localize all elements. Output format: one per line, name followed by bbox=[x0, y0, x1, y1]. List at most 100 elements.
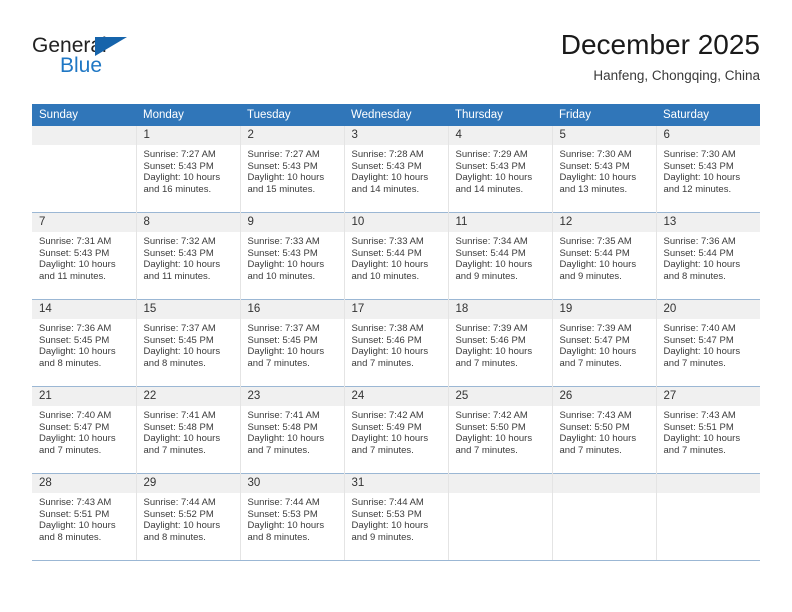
daylight-text: Daylight: 10 hours and 7 minutes. bbox=[247, 433, 325, 456]
calendar-page: General Blue December 2025 Hanfeng, Chon… bbox=[0, 0, 792, 612]
calendar-day-cell[interactable]: 14 Sunrise: 7:36 AM Sunset: 5:45 PM Dayligh… bbox=[32, 299, 137, 387]
daylight-text: Daylight: 10 hours and 12 minutes. bbox=[663, 172, 741, 195]
calendar-day-cell[interactable]: 15 Sunrise: 7:37 AM Sunset: 5:45 PM Dayligh… bbox=[136, 299, 241, 387]
sunset-text: Sunset: 5:47 PM bbox=[559, 334, 630, 346]
daylight-text: Daylight: 10 hours and 8 minutes. bbox=[247, 520, 325, 543]
daylight-text: Daylight: 10 hours and 7 minutes. bbox=[39, 433, 116, 456]
calendar-day-cell[interactable]: 24 Sunrise: 7:42 AM Sunset: 5:49 PM Dayligh… bbox=[344, 386, 449, 474]
day-number: 17 bbox=[344, 300, 448, 319]
calendar-day-cell[interactable]: 25 Sunrise: 7:42 AM Sunset: 5:50 PM Dayligh… bbox=[448, 386, 553, 474]
day-number: 24 bbox=[344, 387, 448, 406]
day-number: 13 bbox=[656, 213, 760, 232]
calendar-day-cell[interactable]: 21 Sunrise: 7:40 AM Sunset: 5:47 PM Dayligh… bbox=[32, 386, 137, 474]
calendar-week-row: 1 Sunrise: 7:27 AM Sunset: 5:43 PM Daylight… bbox=[32, 126, 760, 213]
sunrise-text: Sunrise: 7:33 AM bbox=[247, 236, 320, 247]
calendar-day-cell[interactable]: 1 Sunrise: 7:27 AM Sunset: 5:43 PM Daylight… bbox=[136, 126, 241, 213]
day-number: 6 bbox=[656, 126, 760, 145]
calendar-day-cell[interactable]: 4 Sunrise: 7:29 AM Sunset: 5:43 PM Daylight… bbox=[448, 126, 553, 213]
day-details: Sunrise: 7:40 AM Sunset: 5:47 PM Daylight:… bbox=[657, 319, 761, 386]
daylight-text: Daylight: 10 hours and 9 minutes. bbox=[455, 259, 533, 282]
calendar-day-cell[interactable]: 20 Sunrise: 7:40 AM Sunset: 5:47 PM Dayligh… bbox=[656, 299, 761, 387]
day-details: Sunrise: 7:30 AM Sunset: 5:43 PM Daylight:… bbox=[657, 145, 761, 212]
calendar-day-cell[interactable]: 10 Sunrise: 7:33 AM Sunset: 5:44 PM Dayligh… bbox=[344, 212, 449, 300]
day-details: Sunrise: 7:27 AM Sunset: 5:43 PM Daylight:… bbox=[137, 145, 240, 212]
day-details bbox=[32, 145, 136, 212]
calendar-day-cell[interactable]: 3 Sunrise: 7:28 AM Sunset: 5:43 PM Daylight… bbox=[344, 126, 449, 213]
calendar-day-cell[interactable]: 6 Sunrise: 7:30 AM Sunset: 5:43 PM Daylight… bbox=[656, 126, 760, 213]
day-number: 25 bbox=[448, 387, 552, 406]
sunrise-text: Sunrise: 7:31 AM bbox=[39, 236, 112, 247]
calendar-day-cell[interactable]: 22 Sunrise: 7:41 AM Sunset: 5:48 PM Dayligh… bbox=[136, 386, 241, 474]
day-details: Sunrise: 7:28 AM Sunset: 5:43 PM Daylight:… bbox=[345, 145, 448, 212]
daylight-text: Daylight: 10 hours and 8 minutes. bbox=[39, 346, 116, 369]
calendar-day-cell[interactable]: 8 Sunrise: 7:32 AM Sunset: 5:43 PM Daylight… bbox=[136, 212, 241, 300]
calendar-day-cell-empty bbox=[448, 473, 553, 560]
sunset-text: Sunset: 5:43 PM bbox=[143, 247, 214, 259]
sunset-text: Sunset: 5:47 PM bbox=[39, 421, 110, 433]
day-details: Sunrise: 7:35 AM Sunset: 5:44 PM Daylight:… bbox=[553, 232, 656, 299]
calendar-day-cell[interactable]: 5 Sunrise: 7:30 AM Sunset: 5:43 PM Daylight… bbox=[552, 126, 657, 213]
day-details: Sunrise: 7:37 AM Sunset: 5:45 PM Daylight:… bbox=[137, 319, 240, 386]
day-details: Sunrise: 7:38 AM Sunset: 5:46 PM Daylight:… bbox=[345, 319, 448, 386]
day-number bbox=[448, 474, 552, 493]
weekday-header-friday: Friday bbox=[552, 104, 656, 126]
sunset-text: Sunset: 5:44 PM bbox=[559, 247, 630, 259]
daylight-text: Daylight: 10 hours and 7 minutes. bbox=[143, 433, 221, 456]
calendar-day-cell[interactable]: 12 Sunrise: 7:35 AM Sunset: 5:44 PM Dayligh… bbox=[552, 212, 657, 300]
calendar-day-cell[interactable]: 13 Sunrise: 7:36 AM Sunset: 5:44 PM Dayligh… bbox=[656, 212, 760, 300]
sunset-text: Sunset: 5:43 PM bbox=[663, 160, 734, 172]
calendar-day-cell[interactable]: 17 Sunrise: 7:38 AM Sunset: 5:46 PM Dayligh… bbox=[344, 299, 449, 387]
day-details bbox=[657, 493, 761, 560]
day-details: Sunrise: 7:27 AM Sunset: 5:43 PM Daylight:… bbox=[241, 145, 344, 212]
day-number: 14 bbox=[32, 300, 136, 319]
day-details: Sunrise: 7:41 AM Sunset: 5:48 PM Daylight:… bbox=[137, 406, 240, 473]
calendar-day-cell[interactable]: 27 Sunrise: 7:43 AM Sunset: 5:51 PM Dayligh… bbox=[656, 386, 761, 474]
sunrise-text: Sunrise: 7:40 AM bbox=[39, 410, 112, 421]
logo-text-blue: Blue bbox=[60, 54, 103, 77]
calendar-day-cell[interactable]: 26 Sunrise: 7:43 AM Sunset: 5:50 PM Dayligh… bbox=[552, 386, 657, 474]
calendar-day-cell[interactable]: 19 Sunrise: 7:39 AM Sunset: 5:47 PM Dayligh… bbox=[552, 299, 657, 387]
sunset-text: Sunset: 5:52 PM bbox=[143, 508, 214, 520]
day-number: 7 bbox=[32, 213, 136, 232]
calendar-day-cell[interactable]: 28 Sunrise: 7:43 AM Sunset: 5:51 PM Dayligh… bbox=[32, 473, 137, 560]
day-details bbox=[449, 493, 552, 560]
calendar-day-cell[interactable]: 7 Sunrise: 7:31 AM Sunset: 5:43 PM Daylight… bbox=[32, 212, 137, 300]
daylight-text: Daylight: 10 hours and 7 minutes. bbox=[351, 433, 429, 456]
calendar-day-cell[interactable]: 31 Sunrise: 7:44 AM Sunset: 5:53 PM Dayligh… bbox=[344, 473, 449, 560]
calendar-day-cell[interactable]: 2 Sunrise: 7:27 AM Sunset: 5:43 PM Daylight… bbox=[240, 126, 345, 213]
sunrise-text: Sunrise: 7:32 AM bbox=[143, 236, 216, 247]
sunrise-text: Sunrise: 7:44 AM bbox=[247, 497, 320, 508]
day-details: Sunrise: 7:43 AM Sunset: 5:51 PM Daylight:… bbox=[657, 406, 761, 473]
sunrise-text: Sunrise: 7:27 AM bbox=[143, 149, 216, 160]
sunset-text: Sunset: 5:43 PM bbox=[455, 160, 526, 172]
sunrise-text: Sunrise: 7:44 AM bbox=[143, 497, 216, 508]
day-details: Sunrise: 7:31 AM Sunset: 5:43 PM Daylight:… bbox=[32, 232, 136, 299]
sunset-text: Sunset: 5:51 PM bbox=[39, 508, 110, 520]
day-details: Sunrise: 7:34 AM Sunset: 5:44 PM Daylight:… bbox=[449, 232, 552, 299]
calendar-day-cell[interactable]: 16 Sunrise: 7:37 AM Sunset: 5:45 PM Dayligh… bbox=[240, 299, 345, 387]
sunset-text: Sunset: 5:43 PM bbox=[143, 160, 214, 172]
calendar-day-cell[interactable]: 23 Sunrise: 7:41 AM Sunset: 5:48 PM Dayligh… bbox=[240, 386, 345, 474]
calendar-day-cell[interactable]: 30 Sunrise: 7:44 AM Sunset: 5:53 PM Dayligh… bbox=[240, 473, 345, 560]
sunrise-text: Sunrise: 7:30 AM bbox=[559, 149, 632, 160]
sunset-text: Sunset: 5:49 PM bbox=[351, 421, 422, 433]
sunset-text: Sunset: 5:45 PM bbox=[247, 334, 318, 346]
day-details: Sunrise: 7:44 AM Sunset: 5:53 PM Daylight:… bbox=[345, 493, 448, 560]
day-details: Sunrise: 7:37 AM Sunset: 5:45 PM Daylight:… bbox=[241, 319, 344, 386]
calendar-week-row: 7 Sunrise: 7:31 AM Sunset: 5:43 PM Daylight… bbox=[32, 212, 760, 300]
calendar-day-cell[interactable]: 9 Sunrise: 7:33 AM Sunset: 5:43 PM Daylight… bbox=[240, 212, 345, 300]
calendar-day-cell[interactable]: 18 Sunrise: 7:39 AM Sunset: 5:46 PM Dayligh… bbox=[448, 299, 553, 387]
calendar-body: 1 Sunrise: 7:27 AM Sunset: 5:43 PM Daylight… bbox=[32, 126, 760, 560]
sunset-text: Sunset: 5:45 PM bbox=[39, 334, 110, 346]
daylight-text: Daylight: 10 hours and 10 minutes. bbox=[351, 259, 429, 282]
sunset-text: Sunset: 5:46 PM bbox=[455, 334, 526, 346]
day-details: Sunrise: 7:43 AM Sunset: 5:50 PM Daylight:… bbox=[553, 406, 656, 473]
day-details: Sunrise: 7:44 AM Sunset: 5:53 PM Daylight:… bbox=[241, 493, 344, 560]
day-number: 27 bbox=[656, 387, 760, 406]
sunrise-text: Sunrise: 7:33 AM bbox=[351, 236, 424, 247]
day-number: 31 bbox=[344, 474, 448, 493]
day-details: Sunrise: 7:29 AM Sunset: 5:43 PM Daylight:… bbox=[449, 145, 552, 212]
daylight-text: Daylight: 10 hours and 7 minutes. bbox=[663, 346, 741, 369]
calendar-day-cell[interactable]: 29 Sunrise: 7:44 AM Sunset: 5:52 PM Dayligh… bbox=[136, 473, 241, 560]
calendar-day-cell[interactable]: 11 Sunrise: 7:34 AM Sunset: 5:44 PM Dayligh… bbox=[448, 212, 553, 300]
